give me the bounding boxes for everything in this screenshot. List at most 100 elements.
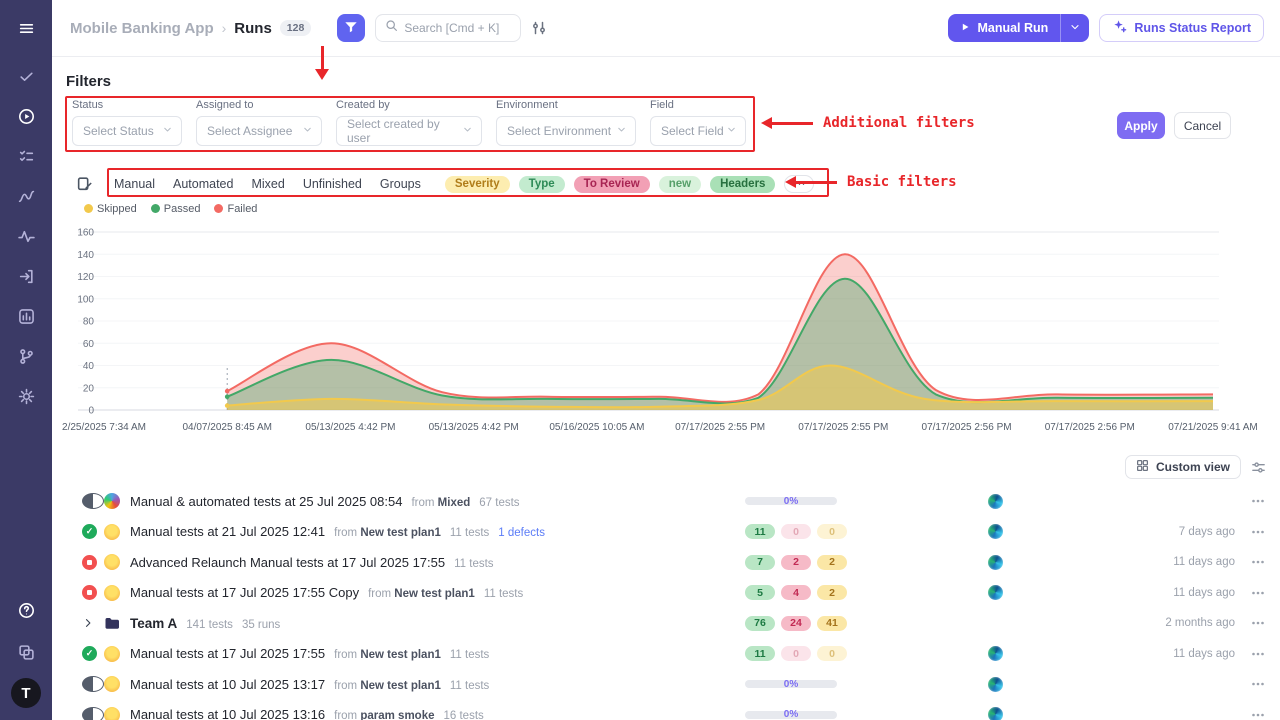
svg-text:07/21/2025 9:41 AM: 07/21/2025 9:41 AM xyxy=(1168,422,1258,433)
row-menu-button[interactable] xyxy=(1235,676,1266,692)
run-date: 11 days ago xyxy=(1173,587,1235,599)
defects-link[interactable]: 1 defects xyxy=(498,527,545,539)
skipped-badge: 41 xyxy=(817,616,847,631)
run-row[interactable]: Manual tests at 10 Jul 2025 13:16 from p… xyxy=(52,700,1280,720)
app-root: T Mobile Banking App › Runs 128 Manual R… xyxy=(0,0,1280,720)
run-tests-count: 16 tests xyxy=(444,710,484,720)
sidebar-item-branches[interactable] xyxy=(9,340,43,372)
app-logo[interactable]: T xyxy=(11,678,41,708)
failed-badge: 24 xyxy=(781,616,811,631)
passed-badge: 76 xyxy=(745,616,775,631)
run-title[interactable]: Advanced Relaunch Manual tests at 17 Jul… xyxy=(130,555,445,570)
sidebar-item-tests[interactable] xyxy=(9,60,43,92)
sidebar-item-reports[interactable] xyxy=(9,300,43,332)
report-edit-icon[interactable] xyxy=(76,175,93,197)
run-title[interactable]: Manual tests at 10 Jul 2025 13:16 xyxy=(130,707,325,720)
filter-tag[interactable]: new xyxy=(659,176,701,193)
annotation-arrow-left-line-2 xyxy=(795,181,837,184)
custom-view-button[interactable]: Custom view xyxy=(1125,455,1241,479)
filters-title: Filters xyxy=(66,73,111,90)
manual-run-dropdown[interactable] xyxy=(1060,14,1089,42)
run-row[interactable]: Manual tests at 21 Jul 2025 12:41 from N… xyxy=(52,517,1280,548)
chevron-down-icon xyxy=(162,124,173,138)
basic-filter-tab[interactable]: Groups xyxy=(380,177,421,191)
run-row[interactable]: Manual tests at 17 Jul 2025 17:55 from N… xyxy=(52,639,1280,670)
basic-filter-tab[interactable]: Manual xyxy=(114,177,155,191)
row-menu-button[interactable] xyxy=(1235,646,1266,662)
search-box[interactable] xyxy=(375,14,521,42)
apply-button[interactable]: Apply xyxy=(1117,112,1165,139)
row-menu-button[interactable] xyxy=(1235,585,1266,601)
list-settings-icon[interactable] xyxy=(1251,460,1266,475)
manual-run-button[interactable]: Manual Run xyxy=(948,14,1089,42)
annotation-additional-filters-label: Additional filters xyxy=(823,115,975,131)
annotation-arrow-down xyxy=(321,46,324,70)
filter-tag[interactable]: Type xyxy=(519,176,565,193)
search-settings-icon[interactable] xyxy=(531,20,547,36)
browser-icon xyxy=(988,646,1003,661)
cancel-button[interactable]: Cancel xyxy=(1174,112,1231,139)
runs-chart: 0204060801001201401602/25/2025 7:34 AM04… xyxy=(56,222,1272,438)
filter-tag[interactable]: Severity xyxy=(445,176,510,193)
sidebar-item-import[interactable] xyxy=(9,260,43,292)
run-emoji-icon xyxy=(104,585,120,601)
filter-field: Assigned to Select Assignee xyxy=(196,99,322,146)
filter-tag[interactable]: To Review xyxy=(574,176,650,193)
run-status-icon xyxy=(82,646,97,661)
run-title[interactable]: Manual tests at 17 Jul 2025 17:55 Copy xyxy=(130,585,359,600)
row-menu-button[interactable] xyxy=(1235,707,1266,720)
svg-text:05/16/2025 10:05 AM: 05/16/2025 10:05 AM xyxy=(549,422,644,433)
runs-status-report-button[interactable]: Runs Status Report xyxy=(1099,14,1264,42)
run-title[interactable]: Team A xyxy=(130,616,177,631)
row-menu-button[interactable] xyxy=(1235,615,1266,631)
run-row[interactable]: Manual tests at 10 Jul 2025 13:17 from N… xyxy=(52,669,1280,700)
run-title[interactable]: Manual tests at 21 Jul 2025 12:41 xyxy=(130,524,325,539)
menu-icon[interactable] xyxy=(9,12,43,44)
breadcrumb-project[interactable]: Mobile Banking App xyxy=(70,20,214,37)
annotation-arrow-left-line xyxy=(771,122,813,125)
filter-select[interactable]: Select created by user xyxy=(336,116,482,146)
run-row[interactable]: Manual tests at 17 Jul 2025 17:55 Copy f… xyxy=(52,578,1280,609)
browser-icon xyxy=(988,494,1003,509)
basic-filter-tab[interactable]: Automated xyxy=(173,177,233,191)
passed-badge: 7 xyxy=(745,555,775,570)
run-title[interactable]: Manual tests at 10 Jul 2025 13:17 xyxy=(130,677,325,692)
filter-select[interactable]: Select Environment xyxy=(496,116,636,146)
filter-tag[interactable]: Headers xyxy=(710,176,775,193)
sidebar-item-settings[interactable] xyxy=(9,380,43,412)
row-menu-button[interactable] xyxy=(1235,554,1266,570)
filter-select[interactable]: Select Status xyxy=(72,116,182,146)
basic-filter-tab[interactable]: Unfinished xyxy=(303,177,362,191)
search-input[interactable] xyxy=(404,21,511,35)
sidebar-item-analytics[interactable] xyxy=(9,180,43,212)
row-menu-button[interactable] xyxy=(1235,493,1266,509)
docs-icon[interactable] xyxy=(9,636,43,668)
run-title[interactable]: Manual & automated tests at 25 Jul 2025 … xyxy=(130,494,402,509)
filter-button[interactable] xyxy=(337,14,365,42)
run-title[interactable]: Manual tests at 17 Jul 2025 17:55 xyxy=(130,646,325,661)
row-menu-button[interactable] xyxy=(1235,524,1266,540)
run-row[interactable]: Advanced Relaunch Manual tests at 17 Jul… xyxy=(52,547,1280,578)
help-icon[interactable] xyxy=(9,594,43,626)
legend-dot xyxy=(151,204,160,213)
filter-select[interactable]: Select Field xyxy=(650,116,746,146)
basic-filter-tab[interactable]: Mixed xyxy=(251,177,284,191)
browser-icon xyxy=(988,555,1003,570)
sidebar-item-plans[interactable] xyxy=(9,140,43,172)
chevron-down-icon xyxy=(462,124,473,138)
chevron-right-icon[interactable] xyxy=(82,617,94,629)
run-tests-count: 11 tests xyxy=(450,527,489,539)
failed-badge: 0 xyxy=(781,524,811,539)
filter-select[interactable]: Select Assignee xyxy=(196,116,322,146)
legend-item: Passed xyxy=(151,203,201,215)
run-row[interactable]: Team A 141 tests 35 runs 76 24 41 xyxy=(52,608,1280,639)
skipped-badge: 0 xyxy=(817,646,847,661)
run-row[interactable]: Manual & automated tests at 25 Jul 2025 … xyxy=(52,486,1280,517)
sidebar-item-activity[interactable] xyxy=(9,220,43,252)
run-emoji-icon xyxy=(104,646,120,662)
sidebar-item-runs[interactable] xyxy=(9,100,43,132)
svg-text:140: 140 xyxy=(77,250,94,261)
skipped-badge: 2 xyxy=(817,585,847,600)
run-emoji-icon xyxy=(104,676,120,692)
sidebar: T xyxy=(0,0,52,720)
